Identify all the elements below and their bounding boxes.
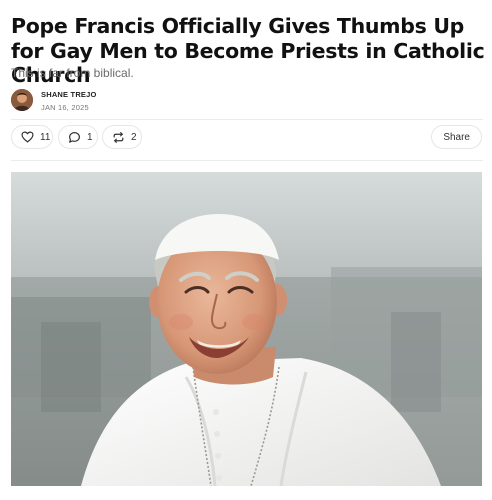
post-date: JAN 16, 2025 [41,103,89,112]
comment-count: 1 [87,131,93,143]
restack-button[interactable]: 2 [102,125,142,149]
comment-button[interactable]: 1 [58,125,98,149]
author-name[interactable]: SHANE TREJO [41,90,97,99]
restack-count: 2 [131,131,137,143]
like-button[interactable]: 11 [11,125,53,149]
restack-icon [112,131,125,144]
author-avatar[interactable] [11,89,33,111]
share-button[interactable]: Share [431,125,482,149]
divider-bottom [11,160,483,161]
comment-icon [68,131,81,144]
like-count: 11 [40,131,51,143]
divider-top [11,119,483,120]
article-hero-image[interactable] [11,172,482,486]
article-subtitle: This is far from biblical. [11,66,134,80]
heart-icon [21,131,34,143]
